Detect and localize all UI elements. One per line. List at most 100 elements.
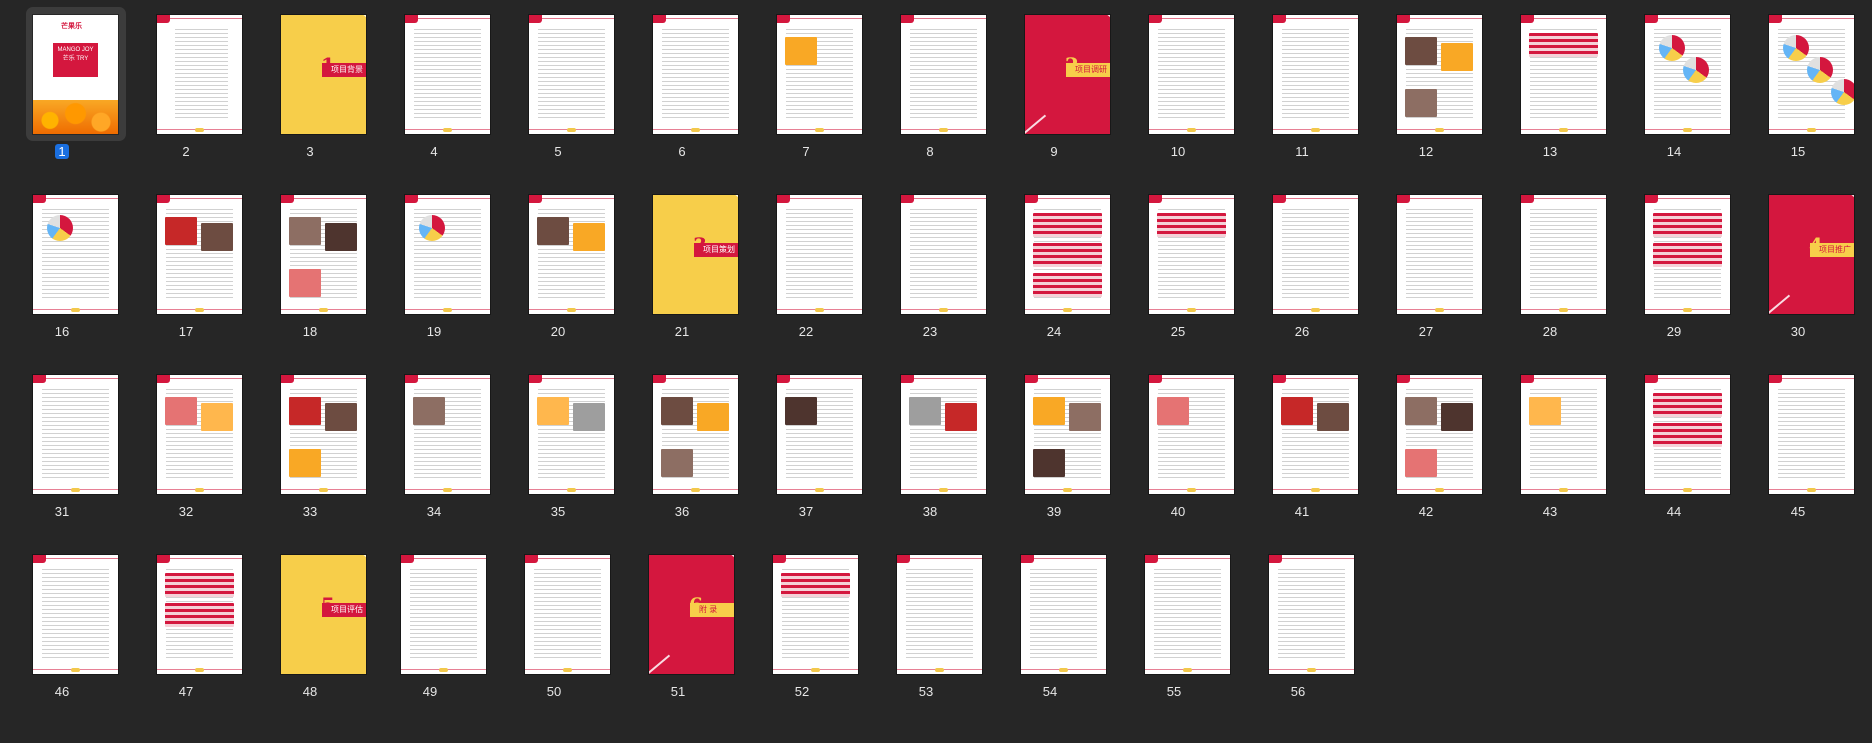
- page-number: 39: [1046, 504, 1062, 519]
- photo: [945, 403, 977, 431]
- page-thumbnail[interactable]: 17: [124, 180, 248, 348]
- page-number-label: 13: [1488, 144, 1612, 159]
- page-thumbnail[interactable]: 56: [1236, 540, 1360, 708]
- page-number-label: 7: [744, 144, 868, 159]
- header-tab: [281, 375, 294, 383]
- header-tab: [1521, 375, 1534, 383]
- page-thumbnail[interactable]: 47: [124, 540, 248, 708]
- page-thumbnail[interactable]: 43: [1488, 360, 1612, 528]
- page-thumbnail[interactable]: 5 项目评估 48: [248, 540, 372, 708]
- page-thumbnail[interactable]: 22: [744, 180, 868, 348]
- page-footer-tab: [939, 128, 948, 132]
- page-number-label: 23: [868, 324, 992, 339]
- page-thumbnail[interactable]: 14: [1612, 0, 1736, 168]
- page-number-label: 27: [1364, 324, 1488, 339]
- page-thumbnail[interactable]: 35: [496, 360, 620, 528]
- page-number: 43: [1542, 504, 1558, 519]
- page-thumbnail[interactable]: 39: [992, 360, 1116, 528]
- page-preview: [405, 375, 490, 494]
- page-thumbnail[interactable]: 16: [0, 180, 124, 348]
- page-thumbnail[interactable]: 46: [0, 540, 124, 708]
- page-preview: [1645, 195, 1730, 314]
- header-tab: [1645, 195, 1658, 203]
- page-thumbnail[interactable]: 13: [1488, 0, 1612, 168]
- page-thumbnail[interactable]: 11: [1240, 0, 1364, 168]
- page-thumbnail[interactable]: 53: [864, 540, 988, 708]
- page-thumbnail[interactable]: 32: [124, 360, 248, 528]
- page-thumbnail[interactable]: 2: [124, 0, 248, 168]
- page-number: 14: [1666, 144, 1682, 159]
- page-footer-tab: [1435, 128, 1444, 132]
- page-thumbnail[interactable]: 42: [1364, 360, 1488, 528]
- page-number: 48: [302, 684, 318, 699]
- page-thumbnail[interactable]: 芒果乐 MANGO JOY 芒乐 TRY 1: [0, 0, 126, 168]
- page-thumbnail[interactable]: 29: [1612, 180, 1736, 348]
- page-thumbnail[interactable]: 31: [0, 360, 124, 528]
- page-preview: [405, 195, 490, 314]
- page-thumbnail[interactable]: 15: [1736, 0, 1860, 168]
- text-block: [175, 29, 228, 120]
- header-tab: [1025, 195, 1038, 203]
- page-thumbnail[interactable]: 20: [496, 180, 620, 348]
- page-thumbnail[interactable]: 41: [1240, 360, 1364, 528]
- page-number-label: 32: [124, 504, 248, 519]
- page-thumbnail[interactable]: 2 项目调研 9: [992, 0, 1116, 168]
- page-thumbnail[interactable]: 6: [620, 0, 744, 168]
- page-number: 18: [302, 324, 318, 339]
- page-thumbnail[interactable]: 8: [868, 0, 992, 168]
- page-preview: [1149, 375, 1234, 494]
- page-thumbnail[interactable]: 27: [1364, 180, 1488, 348]
- page-thumbnail[interactable]: 38: [868, 360, 992, 528]
- page-thumbnail[interactable]: 3 项目策划 21: [620, 180, 744, 348]
- photo: [1441, 43, 1473, 71]
- page-number-label: 12: [1364, 144, 1488, 159]
- page-preview: [1521, 15, 1606, 134]
- page-thumbnail[interactable]: 18: [248, 180, 372, 348]
- page-footer-tab: [71, 668, 80, 672]
- table-block: [781, 573, 850, 597]
- page-thumbnail[interactable]: 7: [744, 0, 868, 168]
- page-thumbnail[interactable]: 34: [372, 360, 496, 528]
- page-thumbnail[interactable]: 37: [744, 360, 868, 528]
- page-thumbnail[interactable]: 26: [1240, 180, 1364, 348]
- header-tab: [901, 15, 914, 23]
- page-thumbnail[interactable]: 12: [1364, 0, 1488, 168]
- text-block: [1282, 209, 1349, 300]
- page-thumbnail[interactable]: 19: [372, 180, 496, 348]
- page-preview: [1397, 375, 1482, 494]
- page-thumbnail[interactable]: 45: [1736, 360, 1860, 528]
- page-thumbnail[interactable]: 25: [1116, 180, 1240, 348]
- page-thumbnail[interactable]: 4 项目推广 30: [1736, 180, 1860, 348]
- page-thumbnail[interactable]: 49: [368, 540, 492, 708]
- page-preview: [901, 15, 986, 134]
- page-thumbnail[interactable]: 24: [992, 180, 1116, 348]
- page-thumbnail[interactable]: 33: [248, 360, 372, 528]
- page-preview: [1025, 195, 1110, 314]
- page-thumbnail[interactable]: 55: [1112, 540, 1236, 708]
- page-thumbnail[interactable]: 10: [1116, 0, 1240, 168]
- page-thumbnail[interactable]: 1 项目背景 3: [248, 0, 372, 168]
- page-number-label: 19: [372, 324, 496, 339]
- page-thumbnail[interactable]: 28: [1488, 180, 1612, 348]
- page-number: 52: [794, 684, 810, 699]
- page-thumbnail[interactable]: 50: [492, 540, 616, 708]
- page-thumbnail[interactable]: 5: [496, 0, 620, 168]
- page-number-label: 25: [1116, 324, 1240, 339]
- page-thumbnail[interactable]: 6附 录 51: [616, 540, 740, 708]
- photo: [1069, 403, 1101, 431]
- page-thumbnail[interactable]: 23: [868, 180, 992, 348]
- header-tab: [1273, 375, 1286, 383]
- page-number: 38: [922, 504, 938, 519]
- page-number-label: 14: [1612, 144, 1736, 159]
- header-tab: [1397, 375, 1410, 383]
- page-footer-tab: [1311, 308, 1320, 312]
- header-rule: [46, 378, 118, 379]
- page-thumbnail[interactable]: 36: [620, 360, 744, 528]
- page-thumbnail[interactable]: 44: [1612, 360, 1736, 528]
- page-thumbnail[interactable]: 54: [988, 540, 1112, 708]
- section-title: 附 录: [699, 605, 718, 614]
- page-thumbnail[interactable]: 40: [1116, 360, 1240, 528]
- page-thumbnail[interactable]: 52: [740, 540, 864, 708]
- chart-graphic: [1683, 57, 1709, 83]
- page-thumbnail[interactable]: 4: [372, 0, 496, 168]
